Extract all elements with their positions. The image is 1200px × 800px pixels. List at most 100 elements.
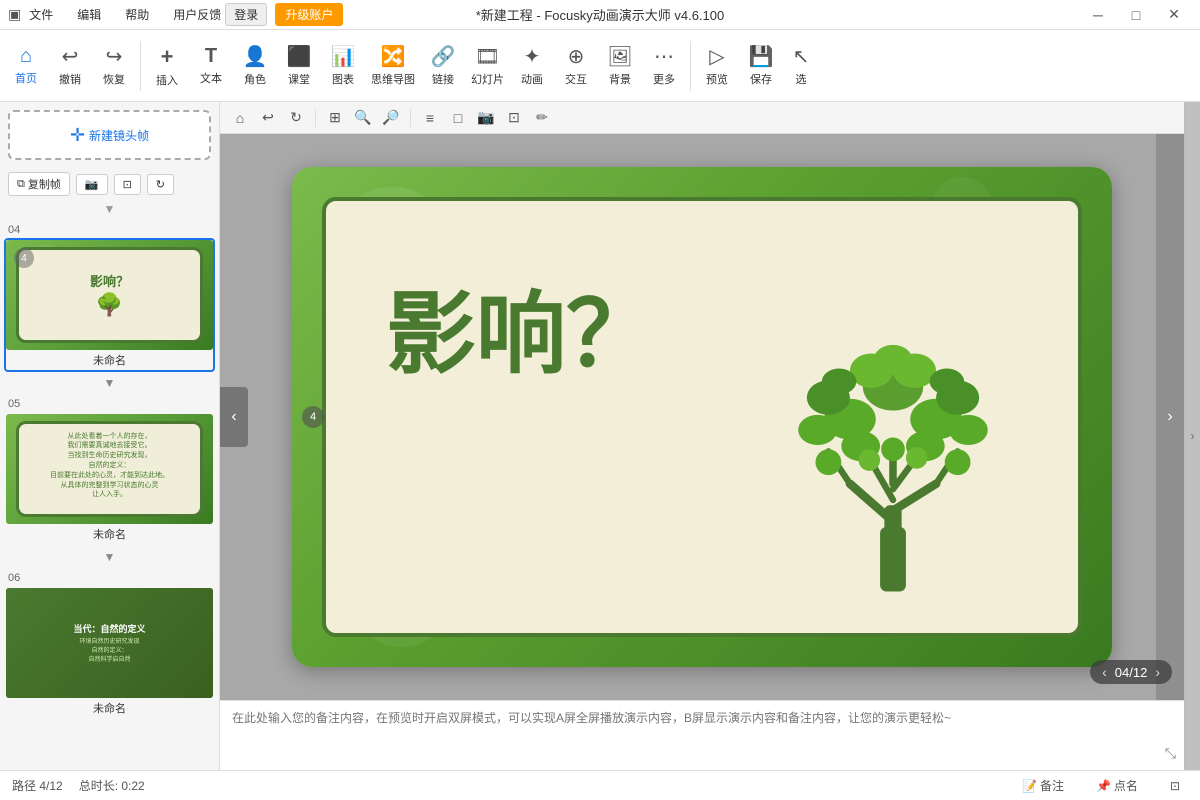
slide-name-05: 未命名 <box>6 524 213 544</box>
toolbar-link[interactable]: 🔗 链接 <box>421 34 465 98</box>
canvas-grid-btn[interactable]: ⊞ <box>323 106 347 130</box>
collapse-toggle-04[interactable]: ▼ <box>4 374 215 392</box>
toolbar-chart[interactable]: 📊 图表 <box>321 34 365 98</box>
interact-icon: ⊕ <box>568 44 585 69</box>
notes-area: ⤡ <box>220 700 1184 770</box>
page-next-icon[interactable]: › <box>1155 664 1160 680</box>
login-button[interactable]: 登录 <box>225 3 267 26</box>
note-button[interactable]: 📝 备注 <box>1014 775 1072 796</box>
toolbar-save[interactable]: 💾 保存 <box>739 34 783 98</box>
toolbar-insert[interactable]: + 插入 <box>145 34 189 98</box>
canvas-zoomout-btn[interactable]: 🔎 <box>379 106 403 130</box>
collapse-arrow-icon: ▼ <box>104 376 116 390</box>
canvas-photo-btn[interactable]: 📷 <box>474 106 498 130</box>
toolbar-role[interactable]: 👤 角色 <box>233 34 277 98</box>
bg-icon: 🖼 <box>607 44 632 69</box>
select-icon: ↖ <box>793 44 810 69</box>
slide-thumb-inner-04: 影响？ 🌳 <box>16 247 202 344</box>
toolbar-mindmap[interactable]: 🔀 思维导图 <box>365 34 421 98</box>
insert-icon: + <box>161 44 174 70</box>
note-icon: 📝 <box>1022 779 1037 793</box>
menu-help[interactable]: 帮助 <box>121 4 153 25</box>
window-controls: ─ □ ✕ <box>1080 1 1192 29</box>
menu-edit[interactable]: 编辑 <box>73 4 105 25</box>
point-button[interactable]: 📌 点名 <box>1088 775 1146 796</box>
slide-number-05: 05 <box>4 396 215 412</box>
slide-group-05: 05 从此处看着一个人的存在， 我们需要真诚地去接受它。 当找到生命历史研究发现… <box>4 396 215 566</box>
slide-item-05[interactable]: 从此处看着一个人的存在， 我们需要真诚地去接受它。 当找到生命历史研究发现， 自… <box>4 412 215 546</box>
canvas-divider-1 <box>315 109 316 127</box>
close-button[interactable]: ✕ <box>1156 1 1192 29</box>
toolbar-text[interactable]: T 文本 <box>189 34 233 98</box>
page-number: 04/12 <box>1115 665 1148 680</box>
collapse-toggle-05[interactable]: ▼ <box>4 548 215 566</box>
mindmap-icon: 🔀 <box>381 44 406 69</box>
expand-notes-icon[interactable]: ⤡ <box>1165 745 1176 762</box>
toolbar-slideshow[interactable]: 🎞 幻灯片 <box>465 34 510 98</box>
text-icon: T <box>205 45 217 68</box>
toolbar-group-content: + 插入 T 文本 👤 角色 ⬛ 课堂 📊 图表 🔀 思维导图 🔗 链接 🎞 <box>145 34 686 98</box>
canvas-undo-btn[interactable]: ↩ <box>256 106 280 130</box>
class-icon: ⬛ <box>287 44 312 69</box>
preview-icon: ▷ <box>709 44 724 69</box>
upgrade-button[interactable]: 升级账户 <box>275 3 343 26</box>
toolbar-interact[interactable]: ⊕ 交互 <box>554 34 598 98</box>
slide-name-04: 未命名 <box>6 350 213 370</box>
maximize-button[interactable]: □ <box>1118 1 1154 29</box>
toolbar-divider-1 <box>140 41 141 91</box>
canvas-home-btn[interactable]: ⌂ <box>228 106 252 130</box>
toolbar-home[interactable]: ⌂ 首页 <box>4 34 48 98</box>
page-prev-icon[interactable]: ‹ <box>1102 664 1107 680</box>
rotate-button[interactable]: ↻ <box>147 174 174 195</box>
canvas-area: ⌂ ↩ ↻ ⊞ 🔍 🔎 ≡ □ 📷 ⊡ ✏ <box>220 102 1184 770</box>
main-toolbar: ⌂ 首页 ↩ 撤销 ↪ 恢复 + 插入 T 文本 👤 角色 ⬛ 课堂 � <box>0 30 1200 102</box>
menu-file[interactable]: 文件 <box>25 4 57 25</box>
toolbar-undo-label: 撤销 <box>59 71 81 87</box>
canvas-nav-right[interactable]: › <box>1156 134 1184 700</box>
toolbar-divider-2 <box>690 41 691 91</box>
app-icon: ▣ <box>8 6 21 23</box>
fit-button[interactable]: ⊡ <box>114 174 141 195</box>
note-label: 备注 <box>1040 777 1064 794</box>
canvas-fit-btn[interactable]: ⊡ <box>502 106 526 130</box>
canvas-align-btn[interactable]: ≡ <box>418 106 442 130</box>
point-label: 点名 <box>1114 777 1138 794</box>
slide-item-04[interactable]: 影响？ 🌳 4 未命名 <box>4 238 215 372</box>
fullscreen-icon: ⊡ <box>1170 779 1180 793</box>
toolbar-select[interactable]: ↖ 选 <box>783 34 819 98</box>
canvas-zoomin-btn[interactable]: 🔍 <box>351 106 375 130</box>
toolbar-class[interactable]: ⬛ 课堂 <box>277 34 321 98</box>
screenshot-button[interactable]: 📷 <box>76 174 108 195</box>
toolbar-undo[interactable]: ↩ 撤销 <box>48 34 92 98</box>
slide-number-badge: 4 <box>302 406 324 428</box>
arrow-down-icon[interactable]: ▼ <box>104 202 116 216</box>
slide-thumbnail-06: 当代：自然的定义 环境自然历史研究发现自然的定义：自然科学启自然 <box>6 588 213 698</box>
toolbar-animate[interactable]: ✦ 动画 <box>510 34 554 98</box>
fit-icon: ⊡ <box>123 178 132 191</box>
toolbar-redo[interactable]: ↪ 恢复 <box>92 34 136 98</box>
canvas-redo-btn[interactable]: ↻ <box>284 106 308 130</box>
slide-name-06: 未命名 <box>6 698 213 718</box>
new-frame-button[interactable]: ✛ 新建镜头帧 <box>8 110 211 160</box>
copy-icon: ⧉ <box>17 178 25 191</box>
collapse-arrow-icon-05: ▼ <box>104 550 116 564</box>
menu-feedback[interactable]: 用户反馈 <box>169 4 225 25</box>
notes-input[interactable] <box>232 709 1172 759</box>
canvas-pen-btn[interactable]: ✏ <box>530 106 554 130</box>
canvas-nav-left[interactable]: ‹ <box>220 387 248 447</box>
toolbar-more[interactable]: ⋯ 更多 <box>642 34 686 98</box>
slides-list: 04 影响？ 🌳 4 未命名 <box>0 218 219 770</box>
link-icon: 🔗 <box>431 44 456 69</box>
copy-frame-button[interactable]: ⧉ 复制帧 <box>8 172 70 196</box>
fullscreen-button[interactable]: ⊡ <box>1162 777 1188 795</box>
slide-item-06[interactable]: 当代：自然的定义 环境自然历史研究发现自然的定义：自然科学启自然 未命名 <box>4 586 215 720</box>
toolbar-preview[interactable]: ▷ 预览 <box>695 34 739 98</box>
minimize-button[interactable]: ─ <box>1080 1 1116 29</box>
slide-thumbnail-05: 从此处看着一个人的存在， 我们需要真诚地去接受它。 当找到生命历史研究发现， 自… <box>6 414 213 524</box>
right-collapse-button[interactable]: › <box>1184 102 1200 770</box>
canvas-frame-btn[interactable]: □ <box>446 106 470 130</box>
slide-thumb-inner-05: 从此处看着一个人的存在， 我们需要真诚地去接受它。 当找到生命历史研究发现， 自… <box>16 421 202 518</box>
chart-icon: 📊 <box>331 44 356 69</box>
slide-number-04: 04 <box>4 222 215 238</box>
toolbar-bg[interactable]: 🖼 背景 <box>598 34 642 98</box>
